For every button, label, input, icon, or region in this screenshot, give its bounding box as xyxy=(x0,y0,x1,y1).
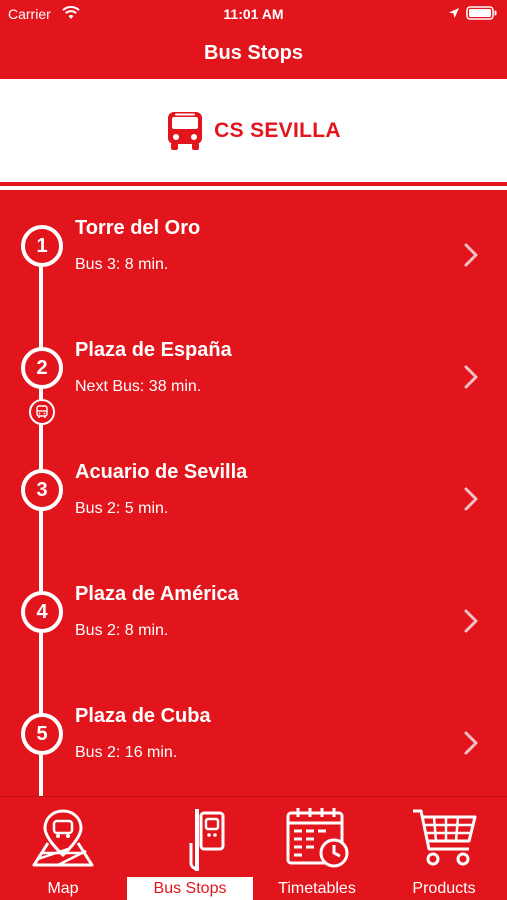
nav-bar: Bus Stops xyxy=(0,28,507,78)
stop-eta: Next Bus: 38 min. xyxy=(75,378,202,395)
tab-label: Timetables xyxy=(278,880,356,897)
bus-position-marker xyxy=(29,399,55,425)
tab-label: Map xyxy=(47,880,79,897)
products-cart-icon xyxy=(413,809,477,866)
stop-name: Acuario de Sevilla xyxy=(75,461,248,483)
bus-logo-icon xyxy=(168,111,203,150)
page-title: Bus Stops xyxy=(204,42,303,64)
tab-label: Bus Stops xyxy=(127,877,253,900)
tab-bar: Map Bus Stops Timetables Products xyxy=(0,796,507,900)
stop-number-badge: 2 xyxy=(21,347,63,389)
list-item-stop-4[interactable]: 4 Plaza de América Bus 2: 8 min. xyxy=(0,558,507,680)
bus-stop-list: 1 Torre del Oro Bus 3: 8 min. 2 Plaza de… xyxy=(0,192,507,798)
chevron-right-icon xyxy=(464,731,478,755)
chevron-right-icon xyxy=(464,487,478,511)
list-item-stop-5[interactable]: 5 Plaza de Cuba Bus 2: 16 min. xyxy=(0,680,507,802)
tab-timetables[interactable]: Timetables xyxy=(254,797,380,900)
chevron-right-icon xyxy=(464,243,478,267)
map-icon xyxy=(32,809,94,867)
bus-icon xyxy=(36,405,48,418)
stop-name: Plaza de América xyxy=(75,583,239,605)
brand-name: CS SEVILLA xyxy=(214,118,341,142)
chevron-right-icon xyxy=(464,609,478,633)
bus-stop-icon xyxy=(189,809,225,871)
location-arrow-icon xyxy=(449,8,459,18)
list-item-stop-3[interactable]: 3 Acuario de Sevilla Bus 2: 5 min. xyxy=(0,436,507,558)
divider xyxy=(0,186,507,190)
brand-banner: CS SEVILLA xyxy=(0,79,507,182)
list-item-stop-2[interactable]: 2 Plaza de España Next Bus: 38 min. xyxy=(0,314,507,436)
timetables-icon xyxy=(286,808,349,868)
stop-eta: Bus 2: 8 min. xyxy=(75,622,169,639)
tab-map[interactable]: Map xyxy=(0,797,126,900)
stop-name: Torre del Oro xyxy=(75,217,201,239)
list-item-stop-1[interactable]: 1 Torre del Oro Bus 3: 8 min. xyxy=(0,192,507,314)
stop-number-badge: 3 xyxy=(21,469,63,511)
status-bar: Carrier 11:01 AM xyxy=(0,0,507,28)
stop-number-badge: 4 xyxy=(21,591,63,633)
tab-label: Products xyxy=(412,880,476,897)
stop-eta: Bus 3: 8 min. xyxy=(75,256,169,273)
tab-bus-stops[interactable]: Bus Stops xyxy=(127,797,253,900)
stop-number-badge: 1 xyxy=(21,225,63,267)
stop-name: Plaza de España xyxy=(75,339,232,361)
status-time: 11:01 AM xyxy=(223,6,284,22)
stop-name: Plaza de Cuba xyxy=(75,705,211,727)
brand-logo: CS SEVILLA xyxy=(166,111,341,151)
tab-products[interactable]: Products xyxy=(381,797,507,900)
app-screen: Carrier 11:01 AM Bus Stops CS SEVILLA 1 … xyxy=(0,0,507,900)
battery-icon xyxy=(466,6,497,20)
stop-eta: Bus 2: 16 min. xyxy=(75,744,178,761)
stop-number-badge: 5 xyxy=(21,713,63,755)
stop-eta: Bus 2: 5 min. xyxy=(75,500,169,517)
chevron-right-icon xyxy=(464,365,478,389)
